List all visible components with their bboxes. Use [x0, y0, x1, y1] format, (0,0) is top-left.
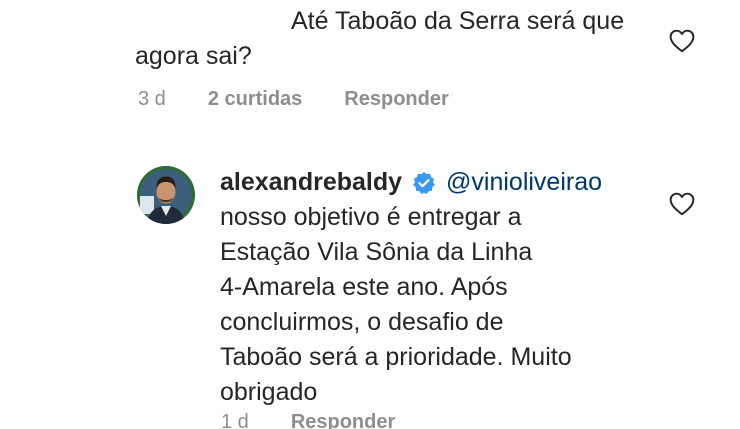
comment-text: nosso objetivo é entregar a Estação Vila… — [220, 203, 572, 406]
likes-count[interactable]: 2 curtidas — [208, 88, 302, 111]
like-heart-icon[interactable] — [669, 29, 695, 53]
reply-button[interactable]: Responder — [344, 88, 448, 111]
comment-text: Até Taboão da Serra será que agora sai? — [135, 7, 625, 70]
comment-header: alexandrebaldy @vinioliveirao — [220, 165, 650, 200]
comment-thread: Até Taboão da Serra será que agora sai? … — [0, 0, 740, 429]
comment-timestamp: 1 d — [221, 411, 249, 429]
verified-badge-icon — [412, 171, 436, 195]
reply-button[interactable]: Responder — [291, 411, 395, 429]
reply-comment: alexandrebaldy @vinioliveirao nosso obje… — [220, 165, 650, 410]
comment-meta: 1 d Responder — [221, 411, 395, 429]
avatar[interactable] — [137, 166, 195, 224]
mention-link[interactable]: @vinioliveirao — [446, 165, 602, 200]
comment-meta: 3 d 2 curtidas Responder — [138, 86, 449, 112]
comment-timestamp: 3 d — [138, 87, 166, 110]
username[interactable]: alexandrebaldy — [220, 165, 402, 200]
like-heart-icon[interactable] — [669, 192, 695, 216]
